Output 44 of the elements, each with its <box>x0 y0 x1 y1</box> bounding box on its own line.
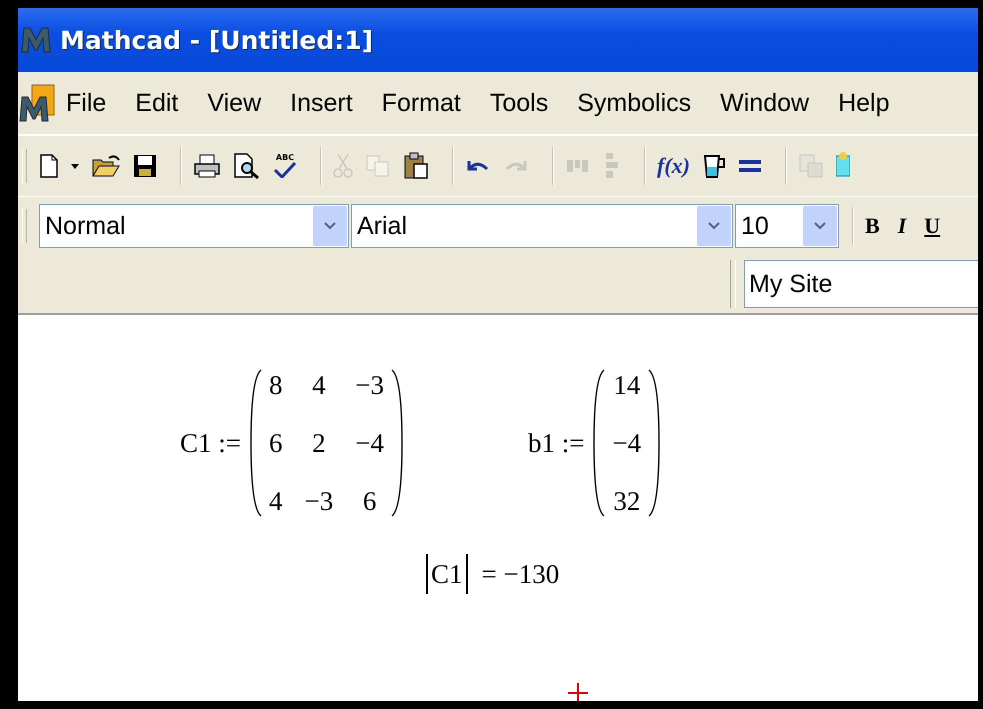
menu-item[interactable]: Tools <box>490 88 564 118</box>
italic-button[interactable]: I <box>898 213 906 239</box>
window-title: Mathcad - [Untitled:1] <box>60 26 374 54</box>
address-field[interactable]: My Site <box>744 260 978 308</box>
font-size-dropdown[interactable]: 10 <box>735 204 839 248</box>
print-preview-icon[interactable] <box>233 153 261 179</box>
matrix-element: 2 <box>312 427 326 459</box>
insert-function-button[interactable]: f(x) <box>657 153 690 179</box>
printer-icon[interactable] <box>193 154 221 178</box>
variable-definition: C1 := <box>180 428 241 458</box>
variable-definition: b1 := <box>528 428 584 458</box>
matrix-element: 32 <box>613 485 640 517</box>
matrix-element: −4 <box>612 427 642 459</box>
matrix-element: 6 <box>362 485 376 517</box>
menu-item[interactable]: Symbolics <box>577 88 706 118</box>
font-dropdown[interactable]: Arial <box>351 204 733 248</box>
matrix-element: −3 <box>304 485 334 517</box>
menu-item[interactable]: Window <box>720 88 824 118</box>
menu-item[interactable]: Edit <box>135 88 194 118</box>
style-dropdown[interactable]: Normal <box>39 204 349 248</box>
matrix-element: 4 <box>269 485 282 517</box>
measuring-cup-icon[interactable] <box>702 153 726 179</box>
matrix-element: −4 <box>355 427 384 459</box>
menu-item[interactable]: View <box>207 88 276 118</box>
matrix-element: 6 <box>269 427 282 459</box>
underline-button[interactable]: U <box>924 213 940 239</box>
bold-button[interactable]: B <box>865 213 880 239</box>
folder-icon[interactable] <box>91 154 121 178</box>
matrix-element: 4 <box>312 369 326 401</box>
menu-item[interactable]: File <box>66 88 122 118</box>
matrix-element: −3 <box>355 369 384 401</box>
menu-item[interactable]: Help <box>838 88 904 118</box>
determinant-result: = −130 <box>482 558 560 590</box>
new-document-icon[interactable] <box>39 154 59 178</box>
menu-item[interactable]: Insert <box>290 88 368 118</box>
equals-icon[interactable] <box>738 158 762 174</box>
determinant-expression: C1 <box>426 554 468 594</box>
clipboard-icon[interactable] <box>403 152 429 180</box>
matrix-element: 8 <box>269 369 282 401</box>
crosshair-cursor-icon <box>568 683 588 701</box>
menu-item[interactable]: Format <box>382 88 476 118</box>
spell-check-button[interactable]: ABC <box>273 154 297 178</box>
matrix-element: 14 <box>613 369 640 401</box>
dropdown-arrow-icon[interactable] <box>71 164 79 168</box>
